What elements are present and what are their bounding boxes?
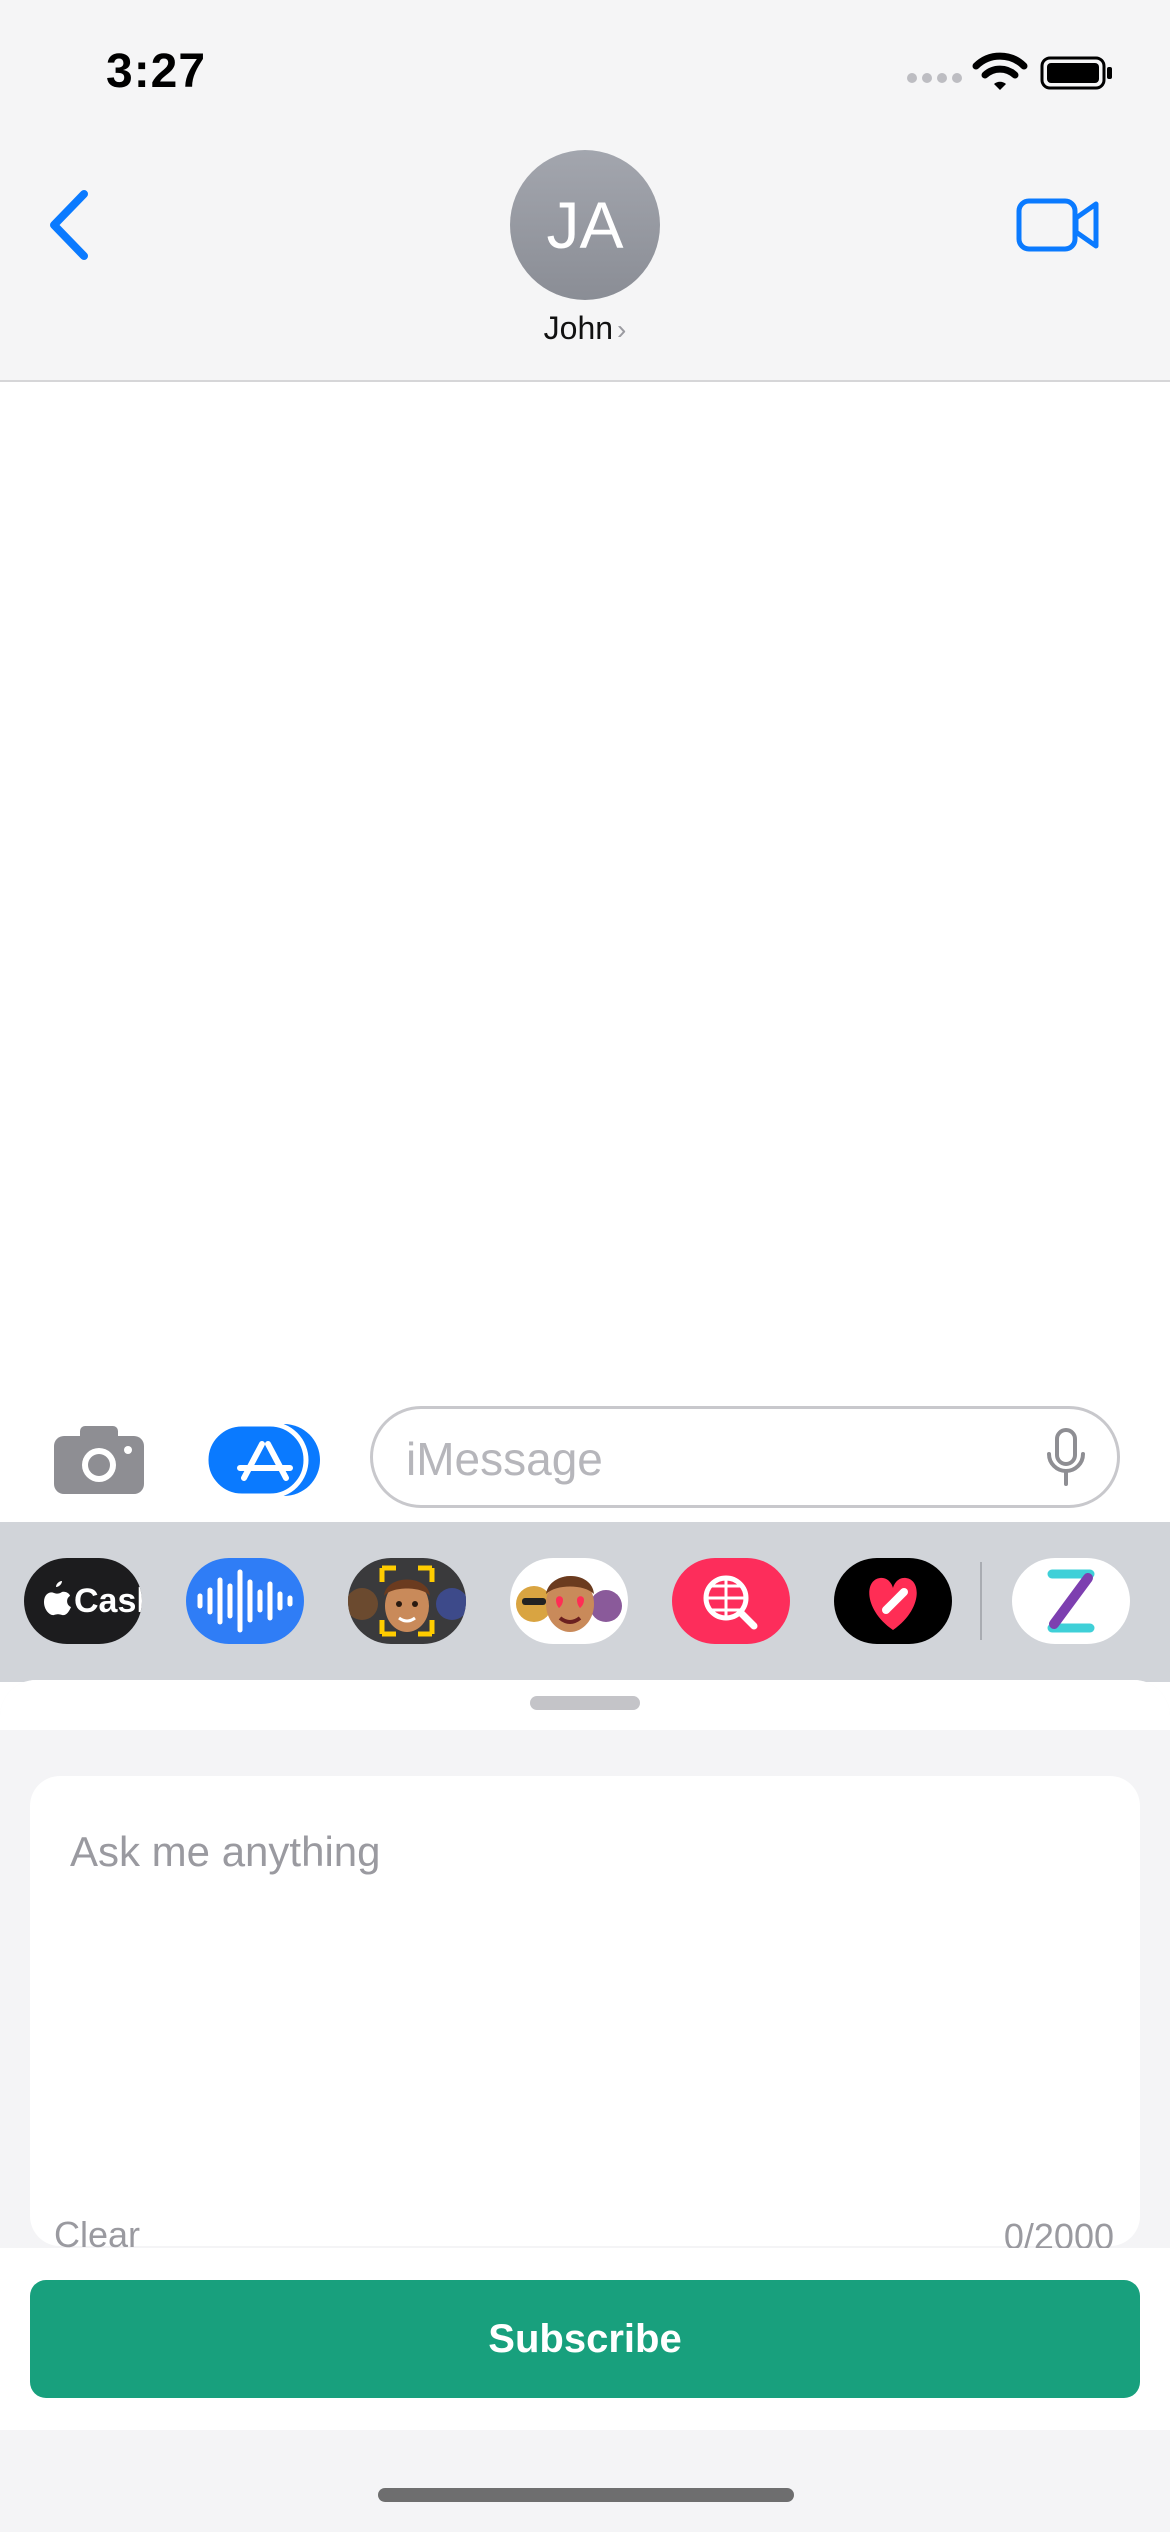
imessage-placeholder: iMessage: [406, 1433, 603, 1485]
contact-avatar[interactable]: JA: [510, 150, 660, 300]
heart-icon: [869, 1577, 917, 1630]
globe-search-icon: [703, 1575, 758, 1630]
z-logo-icon: [1047, 1569, 1095, 1633]
sheet-grabber[interactable]: [530, 1696, 640, 1710]
video-camera-icon[interactable]: [1016, 196, 1100, 254]
microphone-icon[interactable]: [1044, 1428, 1088, 1488]
image-search-app[interactable]: [672, 1558, 790, 1644]
chevron-right-icon: ›: [617, 314, 627, 345]
prompt-placeholder: Ask me anything: [70, 1828, 381, 1875]
extension-app[interactable]: [1012, 1558, 1130, 1644]
memoji-face-icon: [348, 1565, 466, 1637]
back-chevron-icon[interactable]: [44, 186, 96, 264]
home-indicator[interactable]: [378, 2488, 794, 2502]
sticker-faces-icon: [516, 1576, 622, 1632]
memoji-stickers-app[interactable]: [510, 1558, 628, 1644]
subscribe-button[interactable]: Subscribe: [30, 2280, 1140, 2398]
status-time: 3:27: [106, 45, 207, 98]
digital-touch-app[interactable]: [834, 1558, 952, 1644]
battery-icon: [1040, 56, 1112, 90]
apple-cash-app[interactable]: Cash: [24, 1558, 142, 1644]
wifi-icon: [972, 52, 1028, 90]
camera-icon[interactable]: [52, 1424, 146, 1496]
app-drawer-divider: [980, 1562, 982, 1640]
contact-name[interactable]: John ›: [485, 310, 685, 347]
audio-message-app[interactable]: [186, 1558, 304, 1644]
waveform-icon: [197, 1569, 293, 1633]
cellular-signal-icon: [907, 73, 962, 83]
apple-cash-label: Cash: [74, 1582, 142, 1620]
app-store-icon[interactable]: [206, 1424, 320, 1496]
contact-name-label: John: [543, 310, 614, 346]
memoji-app[interactable]: [348, 1558, 466, 1644]
